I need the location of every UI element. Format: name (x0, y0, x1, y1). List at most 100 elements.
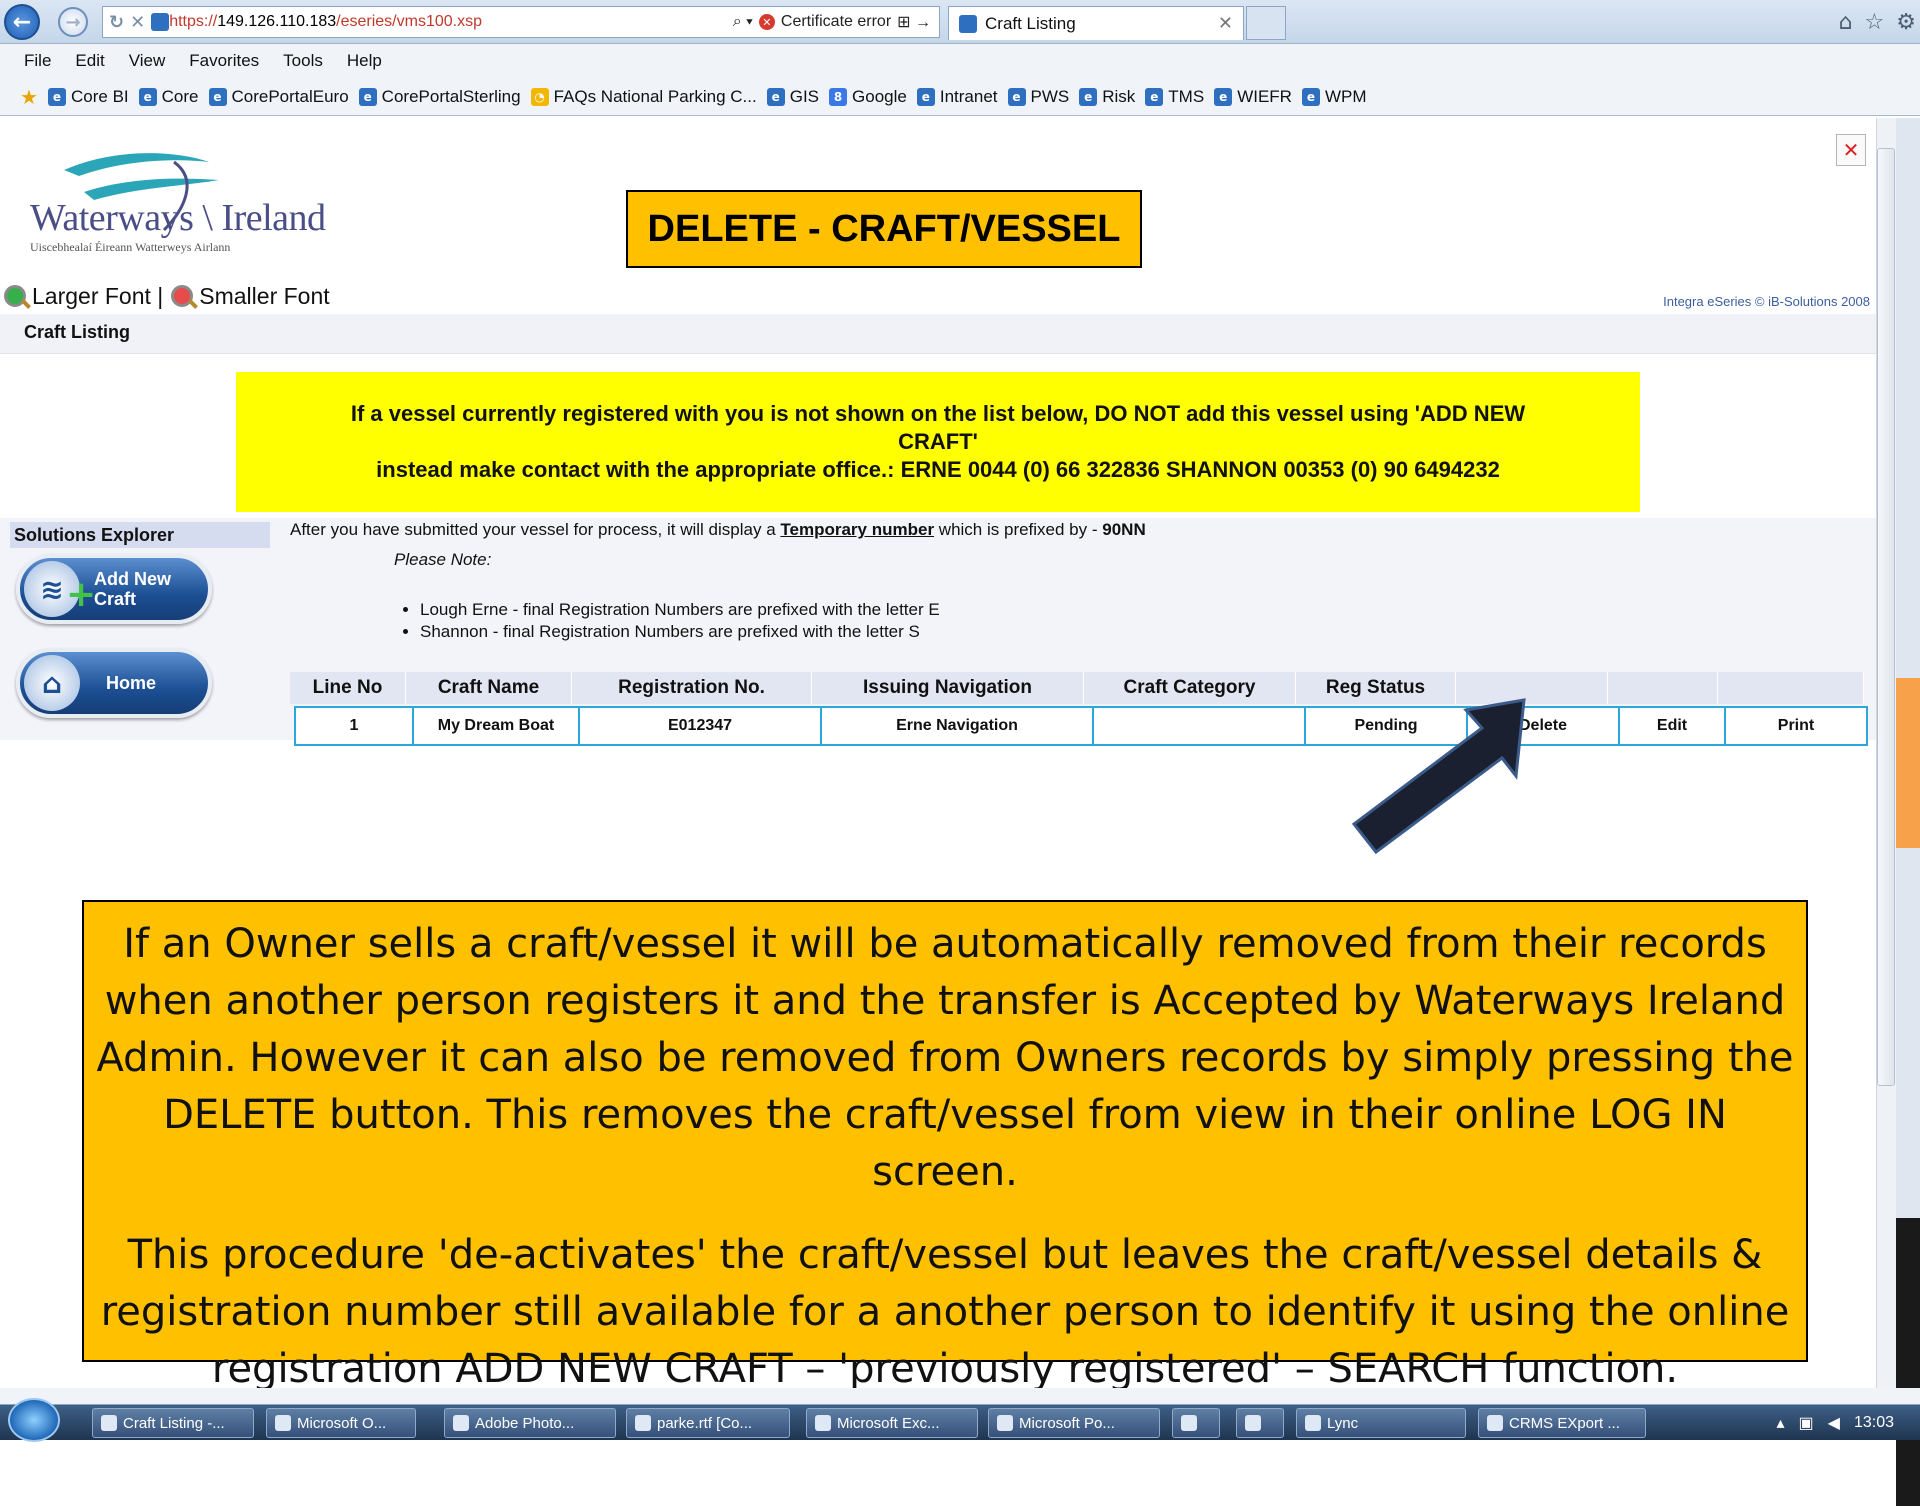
fav-wiefr[interactable]: e WIEFR (1214, 87, 1292, 107)
fav-gis[interactable]: e GIS (766, 87, 819, 107)
solutions-explorer-title: Solutions Explorer (10, 522, 270, 548)
print-button[interactable]: Print (1726, 708, 1866, 744)
browser-tools: ⌂ ☆ ⚙ (1790, 6, 1916, 38)
fav-intranet[interactable]: e Intranet (916, 87, 998, 107)
fav-core[interactable]: e Core (138, 86, 199, 107)
url-scheme: https:// (169, 13, 218, 30)
forward-button[interactable]: → (58, 7, 88, 37)
page-icon (151, 13, 170, 31)
task-app-1[interactable] (1172, 1408, 1220, 1438)
fav-coreportaleuro[interactable]: e CorePortalEuro (208, 86, 349, 107)
scrollbar-thumb[interactable] (1877, 148, 1895, 1086)
address-bar[interactable]: ↻ ✕ https://149.126.110.183/eseries/vms1… (102, 6, 940, 38)
new-tab-button[interactable] (1246, 6, 1286, 40)
home-icon[interactable]: ⌂ (1839, 10, 1853, 35)
fav-pws[interactable]: e PWS (1007, 86, 1070, 107)
fav-wpm[interactable]: e WPM (1301, 87, 1367, 107)
folder-icon (1487, 1415, 1503, 1431)
menu-tools[interactable]: Tools (283, 51, 323, 71)
document-icon (635, 1415, 651, 1431)
task-label: Microsoft O... (297, 1414, 387, 1432)
close-tab-icon[interactable]: ✕ (1218, 13, 1233, 34)
notice-banner: If a vessel currently registered with yo… (236, 372, 1640, 512)
favorites-star-icon[interactable]: ☆ (1865, 10, 1885, 35)
close-icon[interactable]: ✕ (1836, 134, 1866, 166)
fav-label: PWS (1030, 86, 1070, 106)
fav-faqs[interactable]: ◔ FAQs National Parking C... (530, 87, 757, 107)
cert-error-label: Certificate error (780, 13, 892, 30)
browser-tab[interactable]: Craft Listing ✕ (948, 6, 1244, 40)
lync-icon (1305, 1415, 1321, 1431)
certificate-error[interactable]: ⌕ ▾ ✕ Certificate error ⊞ → (733, 12, 939, 32)
task-craft-listing[interactable]: Craft Listing -... (92, 1408, 254, 1438)
fav-risk[interactable]: e Risk (1079, 87, 1135, 107)
menu-help[interactable]: Help (347, 51, 382, 71)
fav-tms[interactable]: e TMS (1145, 87, 1204, 107)
add-new-craft-button[interactable]: ≋ + Add New Craft (16, 554, 212, 624)
menu-file[interactable]: File (24, 51, 51, 71)
ie-page-icon: e (916, 87, 935, 106)
tray-expand-icon[interactable]: ▴ (1776, 1413, 1784, 1433)
ie-page-icon: e (766, 87, 785, 106)
task-lync[interactable]: Lync (1296, 1408, 1466, 1438)
url-path: /eseries/vms100.xsp (336, 13, 482, 30)
task-parke-rtf[interactable]: parke.rtf [Co... (626, 1408, 790, 1438)
task-outlook[interactable]: Microsoft O... (266, 1408, 416, 1438)
edit-button[interactable]: Edit (1620, 708, 1726, 744)
fav-label: Core BI (71, 86, 129, 106)
task-acrobat[interactable] (1236, 1408, 1284, 1438)
fav-label: Risk (1102, 86, 1136, 106)
tab-page-icon (959, 14, 977, 33)
ie-page-icon: e (1214, 87, 1233, 106)
fav-label: Core (161, 86, 199, 106)
back-button[interactable]: ← (4, 4, 40, 40)
col-action-3 (1718, 672, 1864, 704)
clock[interactable]: 13:03 (1854, 1414, 1894, 1432)
network-icon[interactable]: ▣ (1799, 1413, 1814, 1433)
task-excel[interactable]: Microsoft Exc... (806, 1408, 978, 1438)
home-button[interactable]: ⌂ Home (16, 648, 212, 718)
ie-icon (101, 1415, 117, 1431)
compat-icon[interactable]: ⊞ → (897, 12, 931, 32)
fav-google[interactable]: 8 Google (829, 87, 907, 107)
fav-core-bi[interactable]: e Core BI (48, 87, 129, 107)
note-item-erne: Lough Erne - final Registration Numbers … (420, 600, 940, 620)
zoom-in-icon[interactable] (4, 285, 26, 307)
col-issuing-navigation: Issuing Navigation (812, 672, 1084, 704)
smaller-font-link[interactable]: Smaller Font (199, 283, 329, 310)
menu-edit[interactable]: Edit (75, 51, 104, 71)
fav-label: WIEFR (1237, 86, 1292, 106)
font-size-controls: Larger Font | Smaller Font (0, 280, 330, 312)
fav-label: CorePortalEuro (231, 86, 349, 106)
search-icon[interactable]: ⌕ ▾ (733, 13, 753, 31)
temporary-number-info: After you have submitted your vessel for… (290, 520, 1146, 540)
gear-icon[interactable]: ⚙ (1896, 10, 1916, 35)
add-new-craft-label: Add New Craft (94, 569, 172, 609)
temporary-prefix: 90NN (1102, 520, 1146, 539)
ie-page-icon: e (358, 87, 377, 106)
powerpoint-icon (997, 1415, 1013, 1431)
menu-favorites[interactable]: Favorites (189, 51, 259, 71)
ie-page-icon: e (1145, 87, 1164, 106)
house-icon: ⌂ (24, 655, 80, 711)
task-crms-export[interactable]: CRMS EXport ... (1478, 1408, 1646, 1438)
menu-view[interactable]: View (129, 51, 166, 71)
larger-font-link[interactable]: Larger Font | (32, 283, 163, 310)
outlook-icon (275, 1415, 291, 1431)
ie-page-icon: e (208, 87, 227, 106)
info-suffix: which is prefixed by - (938, 520, 1098, 539)
favorites-star-icon[interactable]: ★ (20, 85, 38, 109)
task-photoshop[interactable]: Adobe Photo... (444, 1408, 616, 1438)
notice-line-1: If a vessel currently registered with yo… (350, 401, 1526, 454)
task-powerpoint[interactable]: Microsoft Po... (988, 1408, 1160, 1438)
volume-icon[interactable]: ◀ (1828, 1413, 1840, 1433)
fav-coreportalsterling[interactable]: e CorePortalSterling (358, 87, 521, 107)
zoom-out-icon[interactable] (171, 285, 194, 307)
menu-bar: File Edit View Favorites Tools Help (0, 44, 1920, 78)
logo-word-2: Ireland (221, 197, 326, 239)
background-window-edge (1896, 118, 1920, 1506)
start-button[interactable] (8, 1398, 60, 1442)
stop-icon[interactable]: ✕ (130, 12, 145, 33)
temporary-number-link[interactable]: Temporary number (780, 520, 934, 539)
refresh-icon[interactable]: ↻ (109, 12, 124, 33)
